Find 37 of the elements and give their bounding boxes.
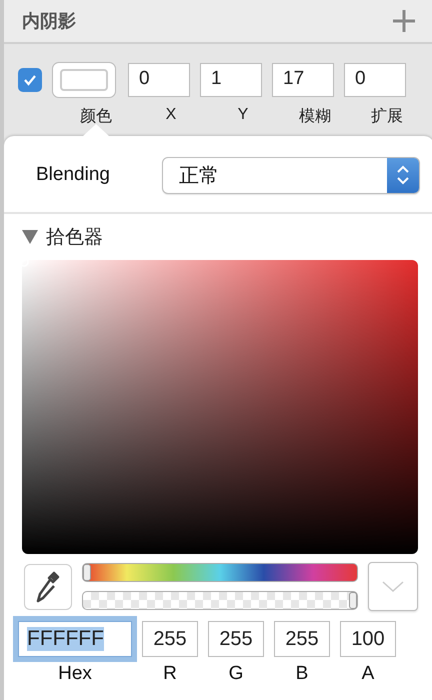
slider-thumb[interactable] [349,592,357,609]
disclosure-triangle-icon[interactable] [22,230,38,244]
field-label: G [228,663,244,685]
checkmark-icon [23,74,37,86]
picker-title: 拾色器 [46,226,103,250]
field-label: B [296,663,308,685]
presets-button[interactable] [368,562,418,611]
eyedropper-icon [36,570,60,602]
channel-field[interactable]: 255 [142,621,198,657]
slider-thumb[interactable] [83,564,91,581]
eyedropper-button[interactable] [24,564,72,610]
stepper-icon [395,163,411,187]
channel-field[interactable]: 255 [208,621,264,657]
add-icon[interactable] [392,9,416,33]
blending-select[interactable]: 正常 [162,156,420,194]
number-field[interactable]: 0 [344,63,406,97]
section-title: 内阴影 [22,10,76,33]
saturation-brightness-field[interactable] [22,260,418,554]
enable-checkbox[interactable] [18,68,42,92]
number-field[interactable]: 17 [272,63,334,97]
field-label: A [362,663,374,685]
chevron-down-icon [382,580,404,592]
number-field[interactable]: 0 [128,63,190,97]
field-label: Hex [58,663,92,685]
channel-field[interactable]: 255 [274,621,330,657]
field-label: 颜色 [79,106,113,127]
number-field[interactable]: 1 [200,63,262,97]
field-label: 模糊 [298,107,332,127]
field-label: 扩展 [370,106,404,127]
blending-label: Blending [36,164,111,186]
field-label: Y [236,106,250,125]
color-well[interactable] [52,62,116,98]
field-label: X [164,106,178,125]
channel-field[interactable]: 100 [340,621,396,657]
opacity-slider[interactable] [82,591,358,610]
hue-slider[interactable] [82,563,358,582]
field-label: R [163,663,177,685]
